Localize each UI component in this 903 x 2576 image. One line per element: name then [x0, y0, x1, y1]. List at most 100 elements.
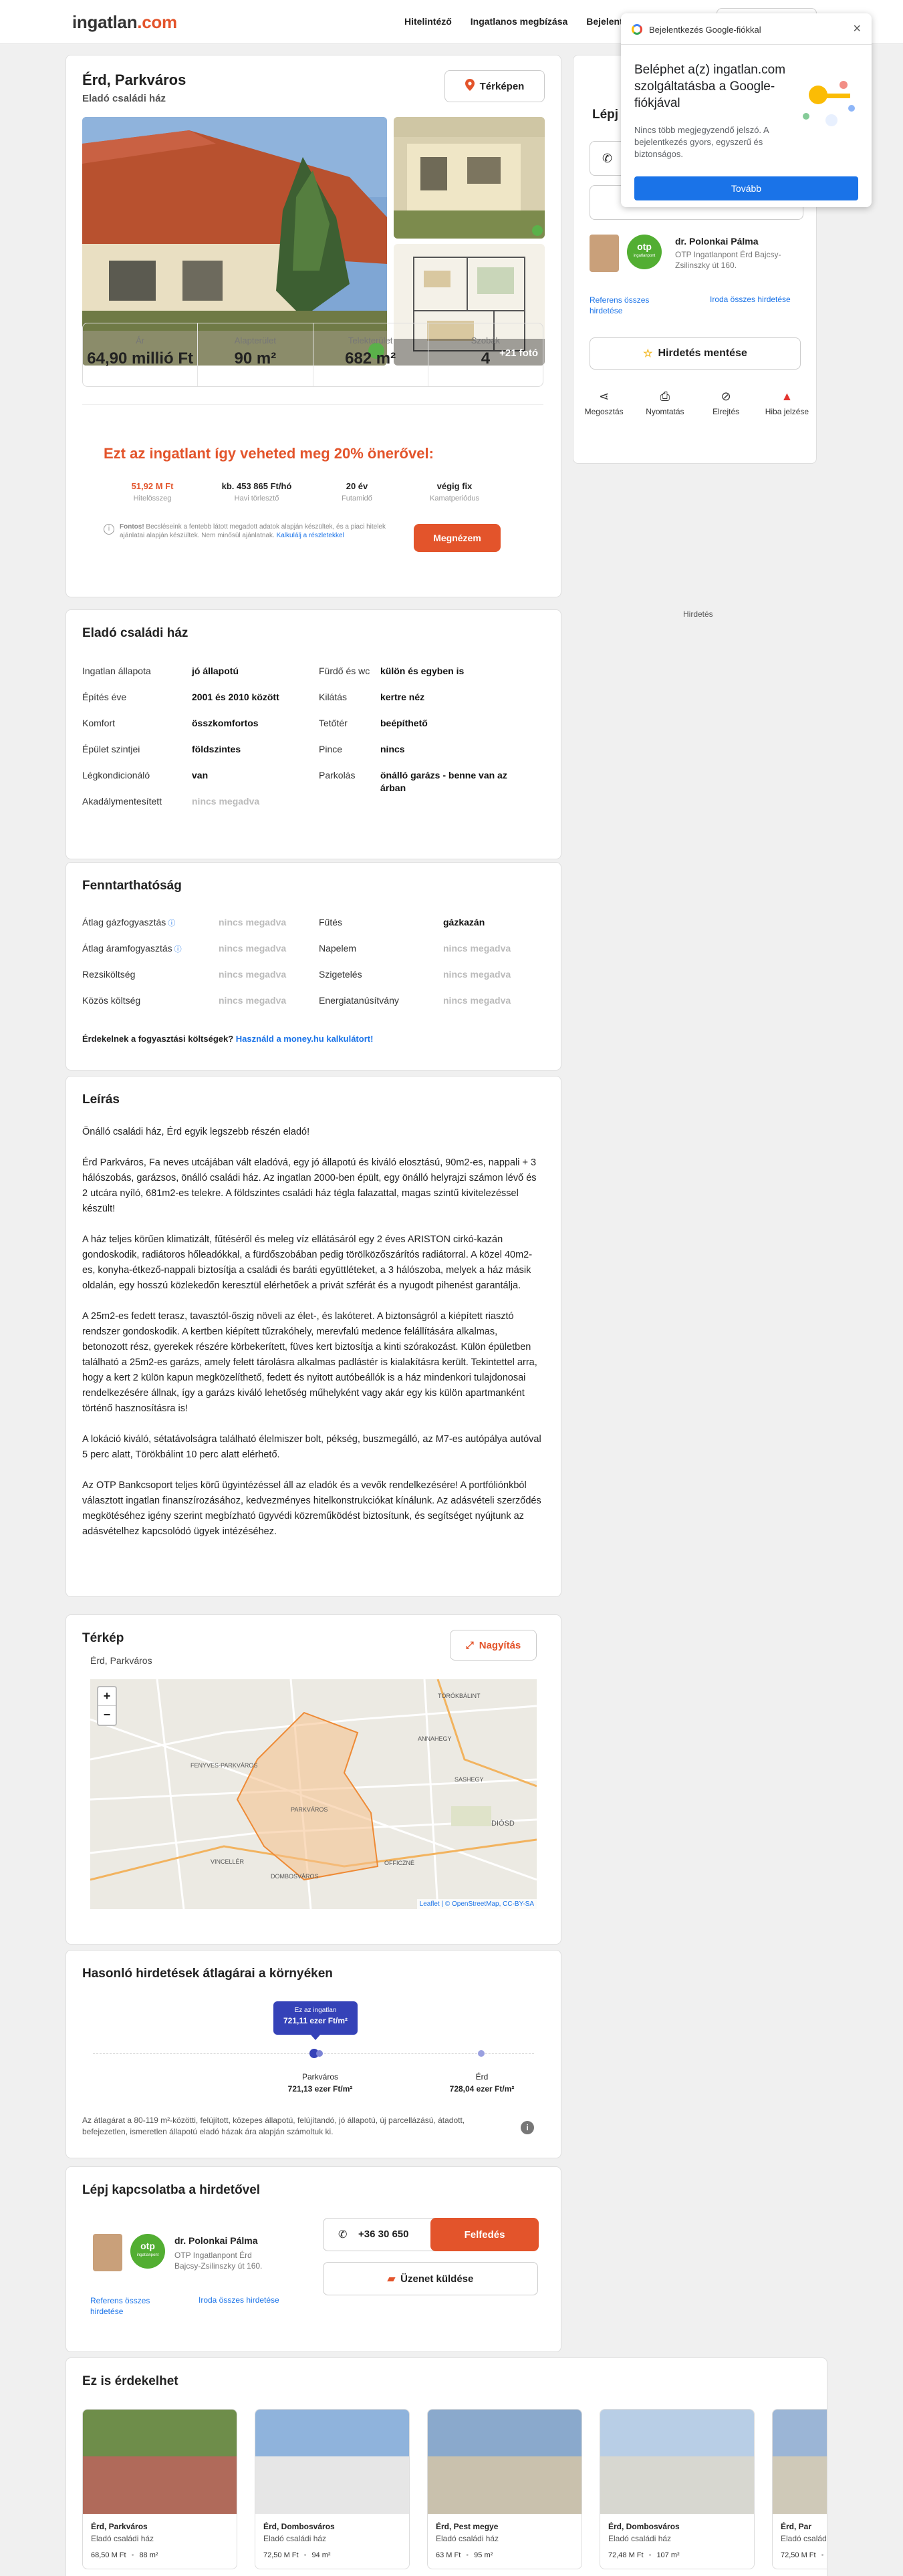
- zoom-controls: + −: [97, 1686, 117, 1726]
- continue-button[interactable]: Tovább: [634, 176, 858, 200]
- info-icon[interactable]: i: [521, 2121, 534, 2134]
- print-action[interactable]: ⎙ Nyomtatás: [642, 390, 688, 416]
- similar-listing-card[interactable]: Érd, Pest megye Eladó családi ház 63 M F…: [427, 2409, 582, 2569]
- info-icon[interactable]: ⓘ: [166, 919, 175, 927]
- main-nav: Hitelintéző Ingatlanos megbízása Bejelen…: [404, 16, 628, 27]
- report-action[interactable]: ▲ Hiba jelzése: [763, 390, 810, 416]
- description-card: Leírás Önálló családi ház, Érd egyik leg…: [66, 1076, 561, 1597]
- stat-price: Ár 64,90 millió Ft: [83, 323, 199, 386]
- share-icon: ⋖: [599, 390, 610, 403]
- send-message-button[interactable]: ▰ Üzenet küldése: [323, 2262, 538, 2295]
- description-paragraph: Érd Parkváros, Fa neves utcájában vált e…: [82, 1157, 537, 1214]
- detail-label: Akadálymentesített: [82, 796, 162, 807]
- similar-listing-card[interactable]: Érd, Dombosváros Eladó családi ház 72,48…: [600, 2409, 755, 2569]
- money-calculator-link[interactable]: Használd a money.hu kalkulátort!: [236, 1034, 374, 1044]
- detail-value: külön és egyben is: [380, 666, 465, 676]
- key-illustration-icon: [791, 68, 865, 135]
- close-icon[interactable]: ×: [853, 21, 861, 37]
- description-paragraph: A lokáció kiváló, sétatávolságra találha…: [82, 1434, 541, 1460]
- office-listings-link[interactable]: Iroda összes hirdetése: [710, 295, 810, 304]
- description-paragraph: A 25m2-es fedett terasz, tavasztól-őszig…: [82, 1311, 537, 1414]
- similar-type: Eladó családi: [781, 2534, 827, 2543]
- listing-card: Érd, Parkváros Eladó családi ház Térképe…: [66, 55, 561, 597]
- calc-details-link[interactable]: Kalkulálj a részletekkel: [277, 532, 344, 539]
- info-icon[interactable]: ⓘ: [172, 946, 182, 954]
- map-label: SASHEGY: [455, 1776, 484, 1783]
- detail-value: 2001 és 2010 között: [192, 692, 279, 702]
- offer-period: végig fix Kamatperiódus: [430, 481, 479, 503]
- listing-photo: [600, 2410, 754, 2514]
- popup-title: Bejelentkezés Google-fiókkal: [649, 25, 761, 35]
- detail-value: önálló garázs - benne van az árban: [380, 770, 507, 793]
- price-marker-erd: [478, 2050, 485, 2057]
- map-attribution[interactable]: Leaflet | © OpenStreetMap, CC-BY-SA: [416, 1899, 537, 1909]
- site-logo[interactable]: ingatlan.com: [72, 12, 177, 33]
- map-label: VINCELLÉR: [211, 1858, 245, 1865]
- phone-icon: ✆: [338, 2229, 348, 2241]
- photo-thumbnail[interactable]: [394, 117, 545, 239]
- similar-city: Érd, Par: [781, 2522, 812, 2531]
- price-point-erd: Érd 728,04 ezer Ft/m²: [449, 2072, 515, 2094]
- detail-value: nincs: [380, 744, 405, 754]
- map-label: FENYVES-PARKVÁROS: [190, 1762, 258, 1769]
- similar-listing-card[interactable]: Érd, Parkváros Eladó családi ház 68,50 M…: [82, 2409, 237, 2569]
- map-button[interactable]: Térképen: [444, 70, 545, 102]
- sustain-label: Energiatanúsítvány: [319, 995, 399, 1006]
- price-marker-parkvaros: [316, 2050, 323, 2057]
- sustain-value: nincs megadva: [443, 995, 511, 1006]
- sustainability-title: Fenntarthatóság: [82, 879, 182, 893]
- detail-value: nincs megadva: [192, 796, 260, 807]
- price-point-parkvaros: Parkváros 721,13 ezer Ft/m²: [287, 2072, 353, 2094]
- nav-item-hitel[interactable]: Hitelintéző: [404, 16, 452, 27]
- offer-cta-button[interactable]: Megnézem: [414, 524, 501, 552]
- listing-photo: [83, 2410, 237, 2514]
- nav-item-ingatlanos[interactable]: Ingatlanos megbízása: [471, 16, 567, 27]
- detail-label: Légkondicionáló: [82, 770, 150, 780]
- offer-term: 20 év Futamidő: [342, 481, 372, 503]
- map-pin-icon: [465, 79, 475, 94]
- detail-label: Komfort: [82, 718, 116, 728]
- phone-reveal-box: ✆ +36 30 650 Felfedés: [323, 2218, 539, 2251]
- similar-city: Érd, Dombosváros: [263, 2522, 335, 2531]
- this-property-bubble: Ez az ingatlan 721,11 ezer Ft/m²: [273, 2001, 358, 2035]
- similar-city: Érd, Pest megye: [436, 2522, 499, 2531]
- popup-body: Nincs több megjegyzendő jelszó. A bejele…: [634, 125, 769, 159]
- detail-label: Pince: [319, 744, 343, 754]
- referent-listings-link[interactable]: Referens összes hirdetése: [590, 295, 670, 316]
- star-icon: ☆: [643, 348, 653, 360]
- similar-city: Érd, Parkváros: [91, 2522, 148, 2531]
- map-view[interactable]: PARKVÁROS DIÓSD TÖRÖKBÁLINT DOMBOSVÁROS …: [90, 1679, 537, 1909]
- map-label: DOMBOSVÁROS: [271, 1873, 319, 1880]
- hide-action[interactable]: ⊘ Elrejtés: [702, 390, 749, 416]
- zoom-in-button[interactable]: +: [98, 1687, 116, 1706]
- sustain-label: Szigetelés: [319, 969, 362, 980]
- detail-value: kertre néz: [380, 692, 425, 702]
- office-listings-link[interactable]: Iroda összes hirdetése: [199, 2295, 279, 2305]
- listing-actions: ⋖ Megosztás ⎙ Nyomtatás ⊘ Elrejtés ▲ Hiba je…: [573, 390, 817, 416]
- expand-icon: ⤢: [465, 1639, 474, 1651]
- enlarge-map-button[interactable]: ⤢ Nagyítás: [450, 1630, 537, 1661]
- save-listing-button[interactable]: ☆ Hirdetés mentése: [590, 337, 801, 370]
- zoom-out-button[interactable]: −: [98, 1706, 116, 1725]
- ad-label: Hirdetés: [683, 609, 713, 619]
- similar-listing-card[interactable]: Érd, Dombosváros Eladó családi ház 72,50…: [255, 2409, 410, 2569]
- hide-icon: ⊘: [721, 390, 731, 403]
- reveal-phone-button[interactable]: Felfedés: [430, 2218, 539, 2251]
- map-subtitle: Érd, Parkváros: [90, 1655, 152, 1666]
- similar-listing-card[interactable]: Érd, Par Eladó családi 72,50 M Ft •: [772, 2409, 827, 2569]
- map-label: PARKVÁROS: [291, 1806, 328, 1813]
- share-action[interactable]: ⋖ Megosztás: [581, 390, 628, 416]
- similar-type: Eladó családi ház: [608, 2534, 672, 2543]
- detail-value: van: [192, 770, 209, 780]
- phone-icon: ✆: [602, 152, 613, 165]
- sustain-label: Rezsiköltség: [82, 969, 136, 980]
- listing-photo: [773, 2410, 827, 2514]
- referent-listings-link[interactable]: Referens összes hirdetése: [90, 2295, 164, 2317]
- detail-value: beépíthető: [380, 718, 428, 728]
- stat-area: Alapterület 90 m²: [198, 323, 313, 386]
- google-signin-popup: Bejelentkezés Google-fiókkal × Beléphet …: [621, 13, 872, 207]
- sustain-value: nincs megadva: [443, 943, 511, 954]
- contact-card-bottom: Lépj kapcsolatba a hirdetővel otp ingatla…: [66, 2166, 561, 2352]
- similar-price: 63 M Ft • 95 m²: [436, 2551, 493, 2559]
- offer-note: Fontos! Becsléseink a fentebb látott meg…: [120, 523, 386, 539]
